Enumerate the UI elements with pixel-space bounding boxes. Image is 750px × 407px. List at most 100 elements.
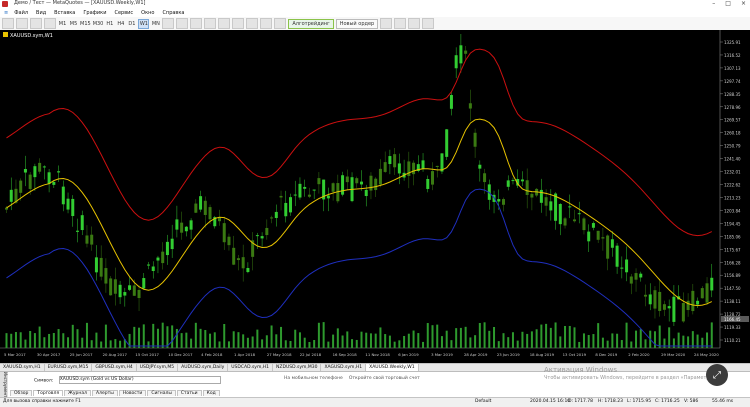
toolbox-tab[interactable]: Обзор <box>10 390 33 396</box>
price-tick-label: 1232.01 <box>724 170 741 175</box>
candle-body <box>47 172 51 184</box>
toolbox-tab-active[interactable]: Торговля <box>33 390 64 396</box>
price-tick-label: 1156.89 <box>724 273 741 278</box>
zoom-out-icon[interactable] <box>218 18 231 29</box>
timeframe-m5[interactable]: M5 <box>69 19 78 29</box>
volume-bar <box>601 337 604 348</box>
market-icon[interactable] <box>422 18 435 29</box>
candle-body <box>483 173 487 183</box>
candle-body <box>331 183 335 192</box>
profiles-icon[interactable] <box>16 18 28 29</box>
menu-insert[interactable]: Вставка <box>54 10 75 16</box>
candle-body <box>582 218 586 231</box>
candle-body <box>113 279 117 294</box>
volume-bar <box>190 338 193 348</box>
symbol-select-value: XAUUSD.sym (Gold vs US Dollar) <box>59 377 134 382</box>
volume-bar <box>76 329 79 348</box>
maximize-icon[interactable]: □ <box>725 0 731 7</box>
candle-body <box>568 206 572 208</box>
volume-bar <box>469 337 472 348</box>
new-chart-icon[interactable] <box>2 18 14 29</box>
grid-icon[interactable] <box>232 18 245 29</box>
text-tool-icon[interactable] <box>190 18 203 29</box>
menu-file[interactable]: Файл <box>14 10 28 16</box>
candle-body <box>76 230 79 232</box>
menu-charts[interactable]: Графики <box>83 10 106 16</box>
time-tick-label: 30 Apr 2017 <box>37 352 61 357</box>
market-watch-icon[interactable] <box>30 18 42 29</box>
volume-bar <box>142 324 145 348</box>
toolbox-tab[interactable]: Сигналы <box>147 390 176 396</box>
new-order-button[interactable]: Новый ордер <box>335 18 379 29</box>
candle-body <box>364 189 368 197</box>
algo-trading-button[interactable]: Алготрейдинг <box>288 18 334 29</box>
candle-body <box>284 202 288 217</box>
volume-bar <box>52 332 55 348</box>
candle-body <box>345 176 349 183</box>
timeframe-m30[interactable]: M30 <box>93 19 104 29</box>
candle-body <box>194 203 198 213</box>
timeframe-d1[interactable]: D1 <box>127 19 136 29</box>
banner-text-a[interactable]: На мобильном телефоне <box>284 376 343 381</box>
timeframe-h4[interactable]: H4 <box>116 19 125 29</box>
volume-bar <box>29 330 32 348</box>
candle-body <box>298 183 302 198</box>
candle-body <box>620 267 624 269</box>
volume-bar <box>587 334 590 348</box>
candle-body <box>412 162 416 175</box>
volume-bar <box>199 328 202 348</box>
banner-text-b[interactable]: Откройте свой торговый счет <box>349 376 420 381</box>
volume-bar <box>33 333 36 348</box>
timeframe-h1[interactable]: H1 <box>105 19 114 29</box>
volume-bar <box>398 340 401 348</box>
timeframe-m1[interactable]: M1 <box>58 19 67 29</box>
toolbox-tab[interactable]: Новости <box>118 390 147 396</box>
timeframe-m15[interactable]: M15 <box>80 19 91 29</box>
candle-body <box>691 290 695 312</box>
volume-bar <box>464 326 467 348</box>
price-tick-label: 1278.96 <box>724 105 741 110</box>
sell-icon[interactable] <box>394 18 407 29</box>
price-tick-label: 1110.21 <box>724 338 741 343</box>
indicators-icon[interactable] <box>246 18 259 29</box>
volume-bar <box>261 339 264 348</box>
candle-body <box>293 194 297 196</box>
templates-icon[interactable] <box>260 18 273 29</box>
symbol-select[interactable]: XAUUSD.sym (Gold vs US Dollar) <box>58 376 221 384</box>
toolbox-tab[interactable]: Алерты <box>92 390 118 396</box>
menu-help[interactable]: Справка <box>162 10 184 16</box>
volume-bar <box>535 329 538 348</box>
menu-tools[interactable]: Сервис <box>114 10 133 16</box>
timeframe-w1[interactable]: W1 <box>138 18 150 29</box>
app-logo-icon: ≡ <box>4 9 9 16</box>
menu-view[interactable]: Вид <box>36 10 46 16</box>
crosshair-icon[interactable] <box>162 18 175 29</box>
minimize-icon[interactable]: – <box>712 0 715 7</box>
buy-icon[interactable] <box>380 18 393 29</box>
timeframe-mn[interactable]: MN <box>151 19 160 29</box>
zoom-in-icon[interactable] <box>204 18 217 29</box>
time-tick-label: 29 Mar 2020 <box>661 352 686 357</box>
volume-bar <box>625 322 628 348</box>
volume-bar <box>256 329 259 348</box>
volume-bar <box>313 340 316 348</box>
volume-bar <box>119 340 122 348</box>
ide-icon[interactable] <box>274 18 287 29</box>
toolbox-tab[interactable]: Журнал <box>64 390 91 396</box>
price-chart[interactable]: XAUUSD.sym,W1 1325.91 1316.52 1307.13 1297.7… <box>0 30 750 363</box>
toolbox-tab[interactable]: Статьи <box>176 390 202 396</box>
time-tick-label: 20 Aug 2017 <box>103 352 128 357</box>
signals-icon[interactable] <box>408 18 421 29</box>
menu-window[interactable]: Окно <box>141 10 154 16</box>
close-icon[interactable]: × <box>741 0 746 7</box>
trendline-icon[interactable] <box>176 18 189 29</box>
chart-window[interactable]: XAUUSD.sym,W1 1325.91 1316.52 1307.13 1297.7… <box>0 30 750 363</box>
volume-bar <box>237 332 240 348</box>
navigator-icon[interactable] <box>44 18 56 29</box>
zoom-overlay-icon[interactable]: ⤢ <box>706 364 728 386</box>
volume-bar <box>156 328 159 348</box>
toolbox-tab[interactable]: Код <box>202 390 220 396</box>
volume-bar <box>10 333 13 348</box>
volume-bar <box>403 335 406 348</box>
volume-bar <box>710 322 713 348</box>
